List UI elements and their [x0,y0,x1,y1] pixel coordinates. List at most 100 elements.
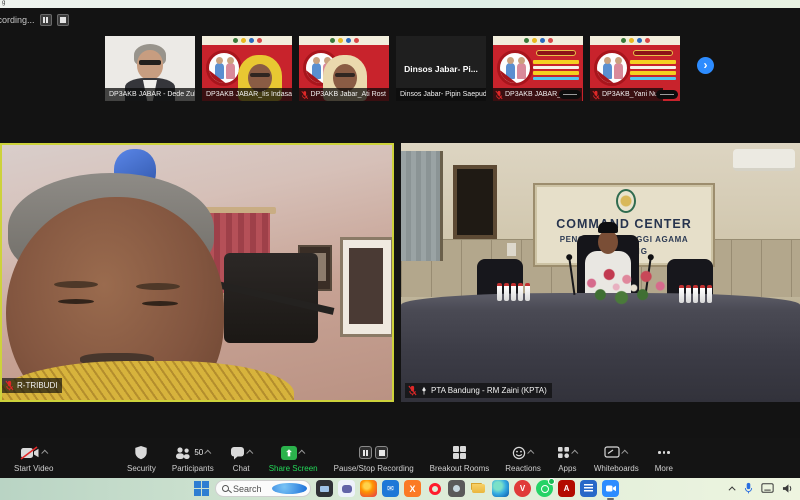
participant-name-label: Dinsos Jabar- Pipin Saepudin [396,88,486,101]
background-window-edge: g [0,0,800,8]
apps-button[interactable]: Apps [551,444,584,473]
flower-arrangement [581,263,669,311]
apps-icon [557,446,570,459]
video-tile-active-speaker[interactable]: R-TRIBUDI [0,143,394,402]
participant-art [139,60,161,65]
teams-chat-icon[interactable] [338,480,355,497]
whiteboard-icon [604,446,620,459]
taskbar-pinned-apps: Search ✉ X V A [193,480,619,497]
sticky-notes-icon[interactable] [580,480,597,497]
zoom-icon[interactable] [602,480,619,497]
hidden-icons-caret[interactable] [729,486,736,493]
muted-mic-icon [592,90,600,100]
pause-icon[interactable] [359,446,372,459]
edge-icon[interactable] [492,480,509,497]
participant-thumbnail[interactable]: DP3AKB JABAR_Hasbi [493,36,583,101]
wall-picture-frame [453,165,497,239]
speaker-icon[interactable] [782,483,794,494]
wall-photo-frame [340,237,394,337]
file-explorer-icon[interactable] [316,480,333,497]
more-label: More [655,464,673,473]
participant-name-text: DP3AKB Jabar_Ati Rost [311,91,386,98]
folder-icon[interactable] [470,480,487,497]
share-screen-button[interactable]: Share Screen [263,444,324,473]
search-input[interactable]: Search [215,480,311,497]
video-tile-room[interactable]: COMMAND CENTER PENGADILAN TINGGI AGAMA B… [401,143,800,402]
chevron-up-icon[interactable] [41,450,48,457]
breakout-rooms-label: Breakout Rooms [430,464,490,473]
security-button[interactable]: Security [121,444,162,473]
system-tray [731,482,794,494]
toolbar-center-group: Security 50 Participants Chat [121,444,679,473]
participant-name-label: DP3AKB_Yani Nur [590,88,663,101]
participant-thumbnail[interactable]: DP3AKB JABAR - Dede Zul [105,36,195,101]
video-name-tag: R-TRIBUDI [2,378,62,393]
desktop-screen: g Recording... DP3AKB JABAR - Dede Zul [0,0,800,500]
share-screen-icon [281,446,297,460]
whiteboards-button[interactable]: Whiteboards [588,444,645,473]
participant-name-label: DP3AKB JABAR - Dede Zul [105,88,195,101]
opera-gx-icon[interactable]: V [514,480,531,497]
notification-badge [548,478,555,485]
stop-icon[interactable] [375,446,388,459]
chevron-up-icon[interactable] [527,450,534,457]
chevron-up-icon[interactable] [204,450,211,457]
more-button[interactable]: More [649,444,679,473]
touch-keyboard-icon[interactable] [761,483,774,493]
share-screen-label: Share Screen [269,464,318,473]
participants-label: Participants [172,464,214,473]
whatsapp-icon[interactable] [536,480,553,497]
participant-name-text: DP3AKB JABAR - Dede Zul [109,91,195,98]
mail-icon[interactable]: ✉ [382,480,399,497]
video-name-tag: PTA Bandung - RM Zaini (KPTA) [405,383,552,398]
chevron-up-icon[interactable] [622,450,629,457]
microphone-tray-icon[interactable] [744,482,753,494]
recording-indicator: Recording... [0,14,69,26]
pause-recording-icon[interactable] [40,14,52,26]
acrobat-icon[interactable]: A [558,480,575,497]
start-video-label: Start Video [14,464,53,473]
firefox-icon[interactable] [360,480,377,497]
black-peci-cap [598,222,618,233]
poster-logos [590,36,680,45]
windows-start-icon[interactable] [193,480,210,497]
background-window-text: g [2,0,5,6]
recording-status-text: Recording... [0,15,35,25]
next-page-arrow[interactable]: › [697,57,714,74]
stop-recording-icon[interactable] [57,14,69,26]
chat-label: Chat [233,464,250,473]
start-video-button[interactable]: Start Video [8,444,59,473]
participant-name-text: DP3AKB JABAR_Iis Indasari [206,91,292,98]
chevron-up-icon[interactable] [246,450,253,457]
closed-eye [58,299,94,304]
xampp-icon[interactable]: X [404,480,421,497]
poster-no-child-marriage-icon [594,50,630,86]
breakout-rooms-button[interactable]: Breakout Rooms [424,444,496,473]
video-name-text: PTA Bandung - RM Zaini (KPTA) [431,386,547,395]
window-curtain [401,151,443,261]
participants-count: 50 [194,448,203,457]
thumbnail-extra-badge [656,90,678,99]
participant-thumbnail[interactable]: DP3AKB JABAR_Iis Indasari [202,36,292,101]
zoom-meeting-window: Recording... DP3AKB JABAR - Dede Zul [0,8,800,478]
recording-control-label: Pause/Stop Recording [334,464,414,473]
participant-thumbnail[interactable]: DP3AKB Jabar_Ati Rost [299,36,389,101]
chat-button[interactable]: Chat [224,444,259,473]
wall-outlet [507,243,516,256]
participants-button[interactable]: 50 Participants [166,444,220,473]
participant-thumbnail[interactable]: DP3AKB_Yani Nur [590,36,680,101]
opera-icon[interactable] [426,480,443,497]
participant-art [137,50,163,80]
chevron-up-icon[interactable] [298,450,305,457]
whiteboards-label: Whiteboards [594,464,639,473]
participant-thumbnail[interactable]: Dinsos Jabar- Pi... Dinsos Jabar- Pipin … [396,36,486,101]
thumbnail-extra-badge [559,90,581,99]
search-placeholder-text: Search [233,484,268,494]
smiley-reactions-icon [512,446,526,460]
camera-icon[interactable] [448,480,465,497]
poster-title-banner [536,50,576,56]
reactions-button[interactable]: Reactions [499,444,547,473]
chat-bubble-icon [230,446,245,460]
chevron-up-icon[interactable] [571,450,578,457]
pause-stop-recording-button[interactable]: Pause/Stop Recording [328,444,420,473]
